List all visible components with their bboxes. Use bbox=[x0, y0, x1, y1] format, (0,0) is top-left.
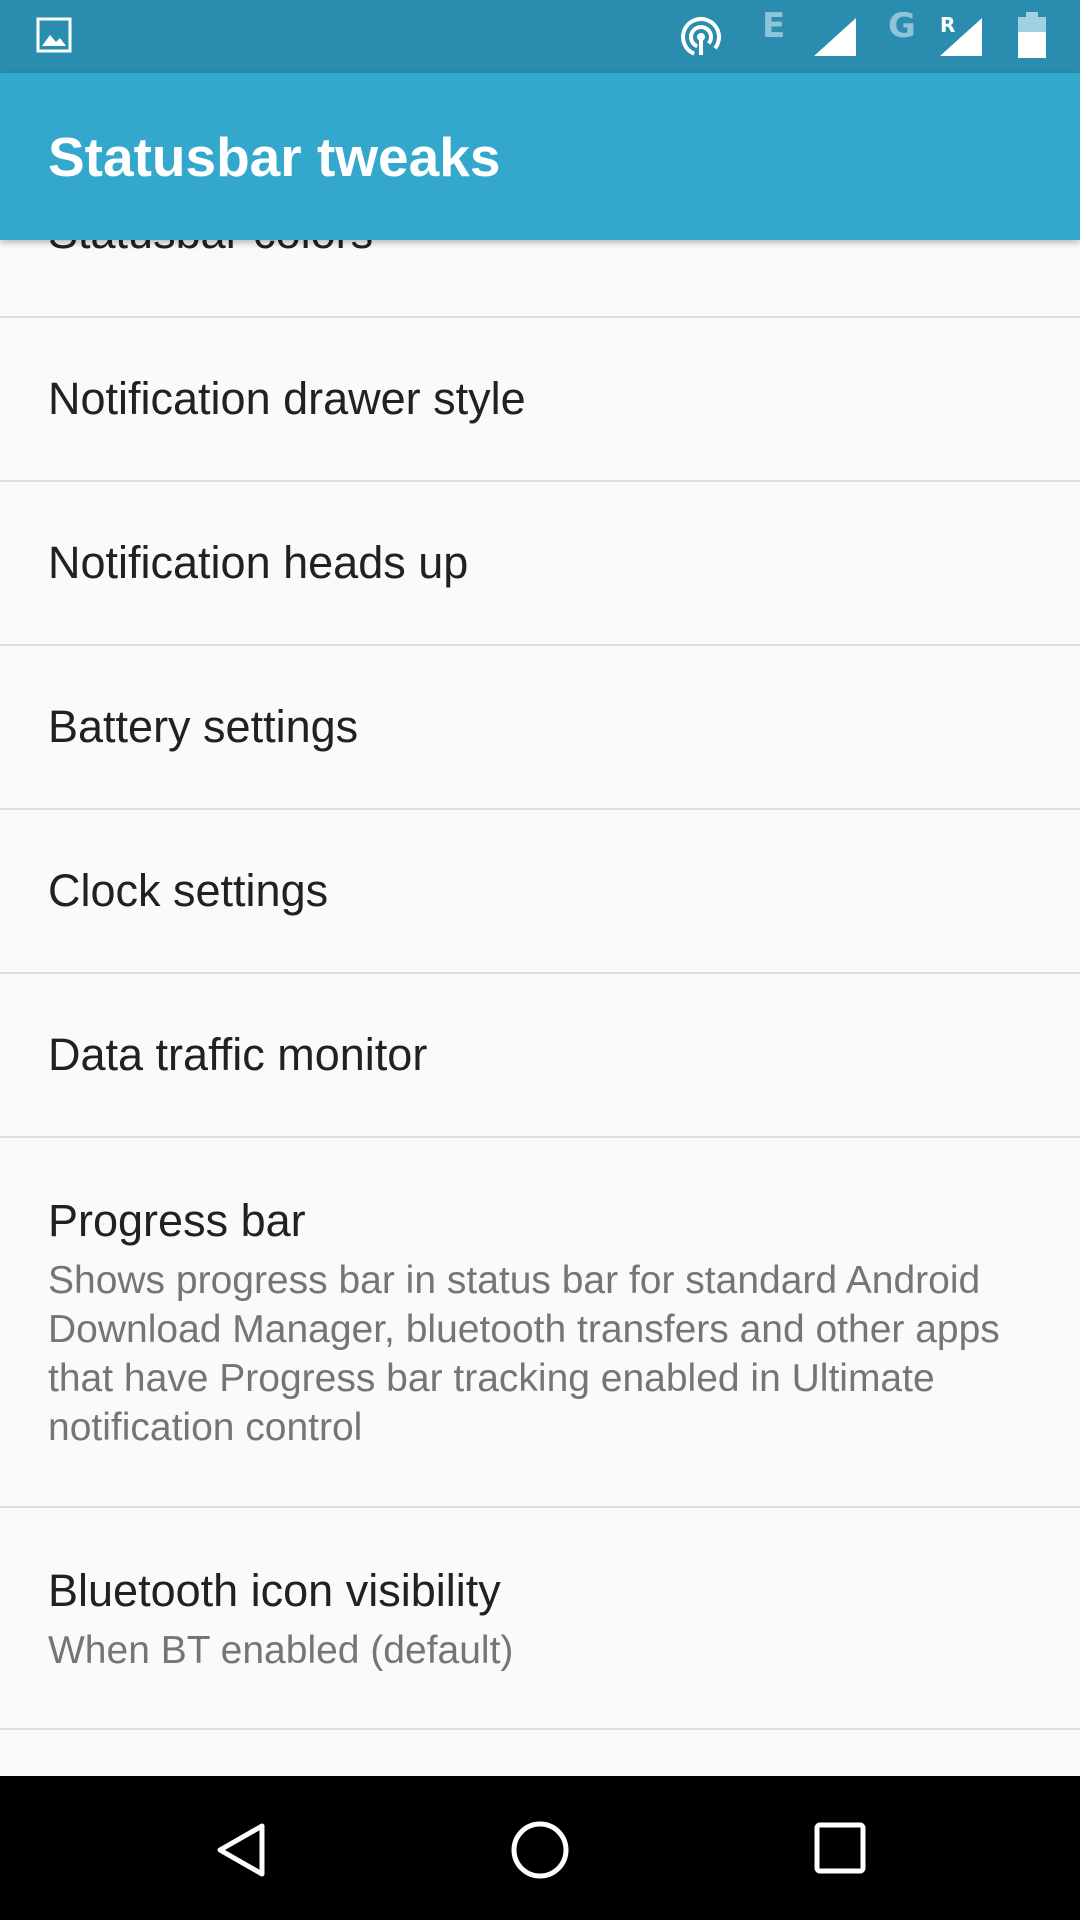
list-item-progress-bar[interactable]: Progress bar Shows progress bar in statu… bbox=[0, 1138, 1080, 1508]
list-item-title: Data traffic monitor bbox=[48, 1029, 428, 1080]
list-item-summary: Shows progress bar in status bar for sta… bbox=[48, 1259, 1000, 1449]
roaming-indicator: R bbox=[940, 13, 956, 37]
page-title: Statusbar tweaks bbox=[48, 126, 501, 188]
list-item-bluetooth-icon-visibility[interactable]: Bluetooth icon visibility When BT enable… bbox=[0, 1508, 1080, 1730]
home-icon[interactable] bbox=[508, 1818, 572, 1882]
app-bar: Statusbar tweaks bbox=[0, 73, 1080, 240]
list-item-title: Clock settings bbox=[48, 865, 329, 916]
back-icon[interactable] bbox=[212, 1820, 272, 1880]
list-item-notification-heads-up[interactable]: Notification heads up bbox=[0, 482, 1080, 646]
list-item-data-traffic-monitor[interactable]: Data traffic monitor bbox=[0, 974, 1080, 1138]
list-item-statusbar-colors[interactable]: Statusbar colors bbox=[0, 240, 1080, 318]
gallery-icon bbox=[36, 17, 72, 53]
recents-icon[interactable] bbox=[812, 1820, 868, 1876]
list-item-battery-settings[interactable]: Battery settings bbox=[0, 646, 1080, 810]
list-item-summary: When BT enabled (default) bbox=[48, 1629, 514, 1672]
list-item-title: Statusbar colors bbox=[48, 240, 373, 260]
hotspot-icon bbox=[681, 16, 721, 57]
list-item-clock-settings[interactable]: Clock settings bbox=[0, 810, 1080, 974]
network-type-e: E bbox=[762, 6, 786, 46]
network-type-g: G bbox=[888, 6, 916, 46]
list-item-title: Battery settings bbox=[48, 701, 359, 752]
battery-icon bbox=[1018, 12, 1046, 58]
list-item-title: Notification heads up bbox=[48, 537, 469, 588]
list-item-title: Bluetooth icon visibility bbox=[48, 1565, 501, 1616]
status-bar: E G R bbox=[0, 0, 1080, 73]
navigation-bar bbox=[0, 1776, 1080, 1920]
cell-signal-icon bbox=[814, 18, 856, 56]
settings-list[interactable]: Statusbar colors Notification drawer sty… bbox=[0, 240, 1080, 1776]
list-item-notification-drawer-style[interactable]: Notification drawer style bbox=[0, 318, 1080, 482]
list-item-title: Progress bar bbox=[48, 1195, 306, 1246]
screen: E G R Statusbar tweaks Statusbar colors … bbox=[0, 0, 1080, 1920]
list-item-title: Notification drawer style bbox=[48, 373, 526, 424]
